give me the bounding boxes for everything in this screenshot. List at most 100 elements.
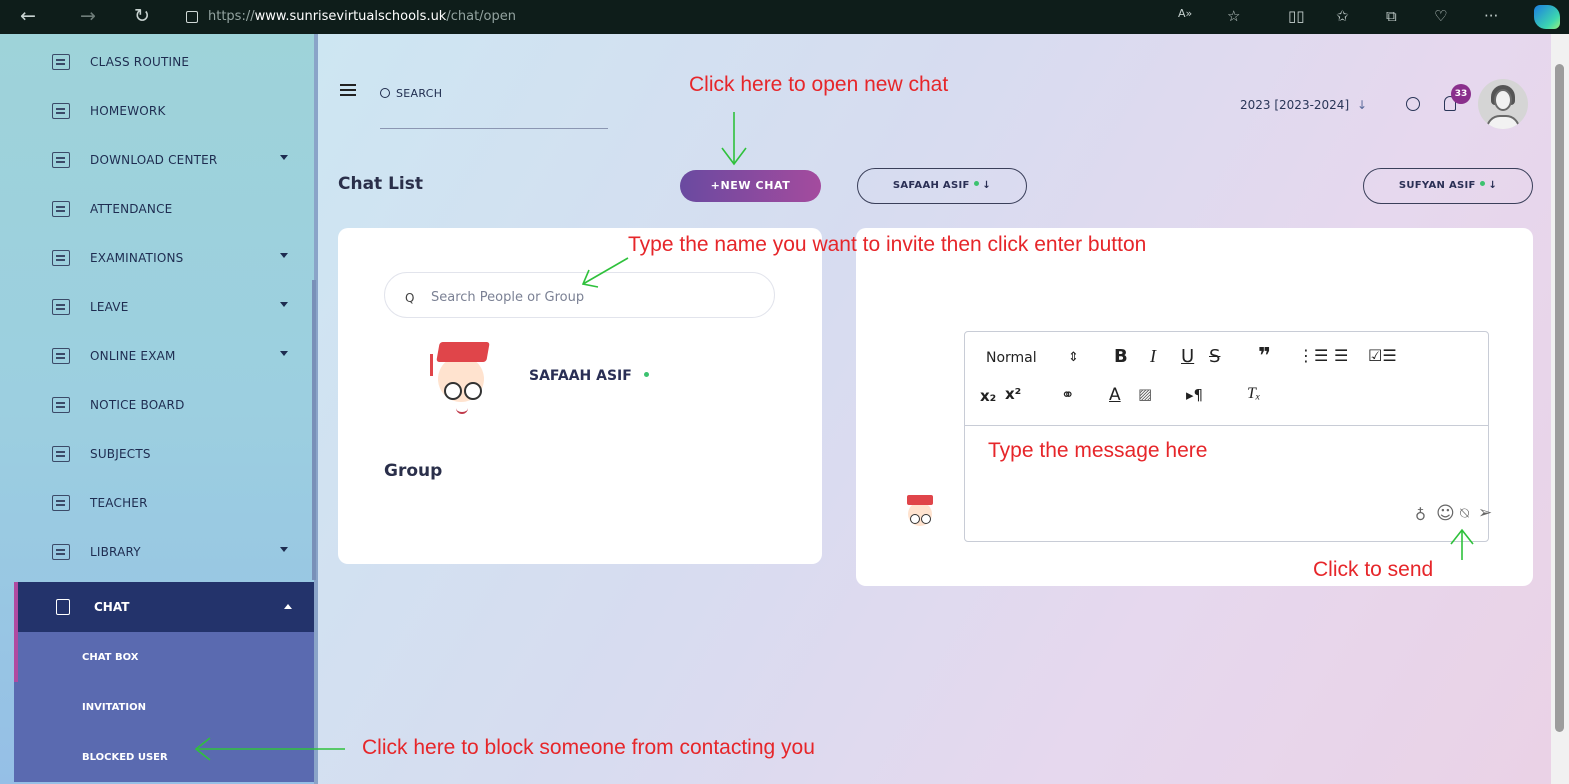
read-aloud-icon[interactable]: A»	[1178, 7, 1192, 20]
url-domain: www.sunrisevirtualschools.uk	[254, 9, 447, 24]
text-color-button[interactable]: A	[1109, 385, 1121, 405]
search-label: SEARCH	[396, 87, 443, 100]
forward-icon[interactable]: →	[80, 5, 96, 27]
select-arrows-icon: ⇕	[1068, 350, 1079, 365]
sidebar-item-examinations[interactable]: EXAMINATIONS	[18, 234, 310, 282]
academic-year-select[interactable]: 2023 [2023-2024] ↓	[1240, 98, 1367, 112]
sidebar-item-label: EXAMINATIONS	[90, 251, 184, 265]
header-search[interactable]: SEARCH	[380, 87, 608, 129]
sidebar-item-class-routine[interactable]: CLASS ROUTINE	[18, 38, 310, 86]
sidebar-item-attendance[interactable]: ATTENDANCE	[18, 185, 310, 233]
sidebar-subitem-invitation[interactable]: INVITATION	[14, 682, 314, 732]
download-center-icon	[52, 152, 70, 168]
online-dot	[643, 372, 649, 377]
people-search-input[interactable]: Q Search People or Group	[384, 272, 775, 318]
sidebar-item-notice-board[interactable]: NOTICE BOARD	[18, 381, 310, 429]
whatsapp-icon[interactable]	[1406, 97, 1420, 111]
group-heading: Group	[384, 461, 443, 481]
chat-tab-safaah[interactable]: SAFAAH ASIF ↓	[857, 168, 1027, 204]
attendance-icon	[52, 201, 70, 217]
sidebar-item-online-exam[interactable]: ONLINE EXAM	[18, 332, 310, 380]
sidebar-item-label: CHAT	[94, 600, 130, 614]
chat-tab-sufyan[interactable]: SUFYAN ASIF ↓	[1363, 168, 1533, 204]
chevron-down-icon: ↓	[1356, 98, 1368, 112]
chat-tab-label: SAFAAH ASIF	[892, 180, 970, 191]
underline-button[interactable]: U	[1181, 346, 1194, 367]
more-icon[interactable]: ···	[1484, 7, 1498, 25]
bold-button[interactable]: B	[1114, 346, 1128, 367]
search-icon: Q	[405, 291, 415, 305]
arrow-down-icon: ↓	[1488, 180, 1498, 191]
blockquote-button[interactable]: ❞	[1258, 344, 1271, 369]
sidebar-item-subjects[interactable]: SUBJECTS	[18, 430, 310, 478]
sidebar-subitem-blocked-user[interactable]: BLOCKED USER	[14, 732, 314, 782]
year-label: 2023 [2023-2024]	[1240, 98, 1350, 112]
sidebar-subitem-label: INVITATION	[82, 701, 146, 713]
subjects-icon	[52, 446, 70, 462]
chat-tab-label: SUFYAN ASIF	[1398, 180, 1476, 191]
split-screen-icon[interactable]: ▯▯	[1288, 7, 1305, 25]
superscript-icon[interactable]: x²	[1005, 385, 1021, 403]
caret-down-icon	[280, 302, 288, 307]
contact-avatar[interactable]	[422, 342, 502, 422]
teacher-icon	[52, 495, 70, 511]
collections-icon[interactable]: ⧉	[1386, 7, 1397, 25]
avatar[interactable]	[1478, 79, 1528, 129]
sidebar-subitem-label: BLOCKED USER	[82, 751, 168, 763]
editor-toolbar	[965, 332, 1488, 426]
background-color-icon[interactable]: ▨	[1138, 385, 1152, 403]
caret-down-icon	[280, 155, 288, 160]
url-path: /chat/open	[446, 9, 516, 24]
send-icon[interactable]: ➢	[1478, 503, 1492, 523]
url-prefix: https://	[208, 9, 255, 24]
caret-down-icon	[280, 547, 288, 552]
ordered-list-icon[interactable]: ⋮☰	[1298, 346, 1328, 365]
copilot-icon[interactable]	[1534, 5, 1560, 29]
annotation-message: Type the message here	[988, 439, 1208, 462]
favorite-icon[interactable]: ☆	[1227, 7, 1240, 25]
sidebar-item-chat[interactable]: CHAT	[14, 582, 314, 632]
clear-format-icon[interactable]: Tₓ	[1247, 385, 1260, 403]
contact-item-safaah[interactable]: SAFAAH ASIF	[529, 368, 649, 384]
sidebar-item-label: HOMEWORK	[90, 104, 166, 118]
scrollbar-thumb[interactable]	[1555, 64, 1564, 732]
library-icon	[52, 544, 70, 560]
sidebar-scrollbar[interactable]	[312, 280, 316, 580]
text-direction-icon[interactable]: ▸¶	[1186, 386, 1203, 404]
favorites-icon[interactable]: ✩	[1336, 7, 1349, 25]
people-search-placeholder: Search People or Group	[431, 290, 585, 305]
sidebar-item-teacher[interactable]: TEACHER	[18, 479, 310, 527]
address-bar[interactable]: https://www.sunrisevirtualschools.uk/cha…	[186, 5, 1266, 29]
online-exam-icon	[52, 348, 70, 364]
emoji-icon[interactable]: ☺	[1436, 503, 1455, 524]
sidebar-item-label: DOWNLOAD CENTER	[90, 153, 218, 167]
site-info-icon[interactable]	[186, 10, 198, 23]
sidebar-item-leave[interactable]: LEAVE	[18, 283, 310, 331]
format-select[interactable]: Normal	[986, 350, 1037, 366]
page-scrollbar[interactable]	[1551, 34, 1569, 784]
italic-button[interactable]: I	[1150, 346, 1156, 367]
check-list-icon[interactable]: ☑☰	[1368, 346, 1397, 365]
annotation-invite: Type the name you want to invite then cl…	[628, 233, 1147, 256]
performance-icon[interactable]: ♡	[1434, 7, 1447, 25]
refresh-icon[interactable]: ↻	[134, 5, 150, 27]
strike-button[interactable]: S	[1209, 346, 1220, 367]
sidebar-item-download-center[interactable]: DOWNLOAD CENTER	[18, 136, 310, 184]
subscript-icon[interactable]: x₂	[980, 387, 996, 405]
back-icon[interactable]: ←	[20, 5, 36, 27]
user-avatar	[902, 492, 942, 536]
class-routine-icon	[52, 54, 70, 70]
link-icon[interactable]: ⚭	[1061, 385, 1074, 404]
annotation-new-chat: Click here to open new chat	[689, 73, 949, 96]
microphone-icon[interactable]: ♁	[1415, 506, 1426, 524]
sidebar-subitem-chat-box[interactable]: CHAT BOX	[14, 632, 314, 682]
menu-icon[interactable]	[340, 84, 356, 96]
sidebar-item-library[interactable]: LIBRARY	[18, 528, 310, 576]
message-editor[interactable]	[964, 331, 1489, 542]
annotation-send: Click to send	[1313, 558, 1434, 581]
browser-toolbar: ← → ↻ https://www.sunrisevirtualschools.…	[0, 0, 1569, 34]
attachment-icon[interactable]: ⍉	[1460, 504, 1469, 522]
sidebar-item-homework[interactable]: HOMEWORK	[18, 87, 310, 135]
bullet-list-icon[interactable]: ☰	[1334, 346, 1348, 365]
new-chat-button[interactable]: +NEW CHAT	[680, 170, 821, 202]
